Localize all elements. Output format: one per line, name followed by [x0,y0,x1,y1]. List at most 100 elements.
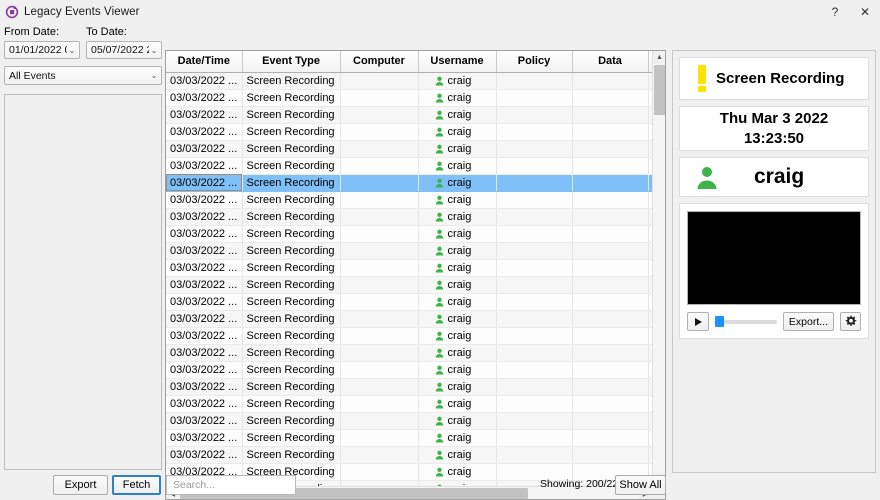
column-header[interactable]: Event Type [242,51,341,73]
event-type-select[interactable]: All Events ⌄ [4,66,162,85]
table-row[interactable]: 03/03/2022 ...Screen Recording craig [166,446,652,464]
cell-data [572,157,649,175]
cell-computer [340,412,419,430]
fetch-button[interactable]: Fetch [112,475,161,495]
gear-icon[interactable] [840,312,861,331]
column-header[interactable]: Username [418,51,497,73]
table-row[interactable]: 03/03/2022 ...Screen Recording craig [166,157,652,175]
cell-datetime: 03/03/2022 ... [166,276,243,294]
cell-policy [496,123,573,141]
username-text: craig [447,261,472,274]
table-row[interactable]: 03/03/2022 ...Screen Recording craig [166,412,652,430]
cell-event-type: Screen Recording [242,276,341,294]
table-row[interactable]: 03/03/2022 ...Screen Recording craig [166,276,652,294]
table-row[interactable]: 03/03/2022 ...Screen Recording craig [166,361,652,379]
media-export-button[interactable]: Export... [782,312,834,331]
user-person-icon [435,331,443,340]
cell-username: craig [418,429,497,447]
cell-username: craig [418,412,497,430]
table-row[interactable]: 03/03/2022 ...Screen Recording craig [166,259,652,277]
event-type-value: All Events [9,69,56,82]
scroll-up-icon[interactable]: ▲ [653,51,665,64]
cell-policy [496,140,573,158]
column-header[interactable]: Data [572,51,649,73]
window-title: Legacy Events Viewer [24,5,140,18]
user-person-icon [435,433,443,442]
cell-computer [340,123,419,141]
cell-datetime: 03/03/2022 ... [166,310,243,328]
from-date-input[interactable]: 01/01/2022 00:00 ⌄ [4,41,80,59]
table-header-row: Date/Time Event Type Computer Username Polic… [166,51,652,73]
cell-policy [496,429,573,447]
media-controls: Export... [687,312,861,331]
table-row[interactable]: 03/03/2022 ...Screen Recording craig [166,72,652,90]
user-person-icon [435,314,443,323]
cell-datetime: 03/03/2022 ... [166,208,243,226]
show-all-button[interactable]: Show All [615,475,666,495]
table-row[interactable]: 03/03/2022 ...Screen Recording craig [166,327,652,345]
cell-data [572,412,649,430]
cell-computer [340,242,419,260]
play-icon[interactable] [687,312,709,331]
username-text: craig [447,448,472,461]
cell-username: craig [418,344,497,362]
cell-policy [496,361,573,379]
table-row[interactable]: 03/03/2022 ...Screen Recording craig [166,174,652,192]
detail-user-card: craig [679,157,869,197]
column-header[interactable]: Date/Time [166,51,243,73]
cell-policy [496,225,573,243]
username-text: craig [447,227,472,240]
search-field[interactable] [171,478,291,492]
username-text: craig [447,397,472,410]
cell-data [572,395,649,413]
cell-datetime: 03/03/2022 ... [166,412,243,430]
from-date-group: From Date: 01/01/2022 00:00 ⌄ [4,26,80,59]
user-person-icon [435,76,443,85]
to-date-input[interactable]: 05/07/2022 23:59 ⌄ [86,41,162,59]
user-person-icon [435,263,443,272]
cell-event-type: Screen Recording [242,344,341,362]
close-icon[interactable]: ✕ [850,0,880,23]
table-row[interactable]: 03/03/2022 ...Screen Recording craig [166,106,652,124]
vertical-scroll-thumb[interactable] [654,65,665,115]
help-button[interactable]: ? [820,0,850,23]
cell-datetime: 03/03/2022 ... [166,446,243,464]
username-text: craig [447,176,472,189]
search-input[interactable] [166,475,296,495]
cell-datetime: 03/03/2022 ... [166,293,243,311]
cell-data [572,276,649,294]
table-row[interactable]: 03/03/2022 ...Screen Recording craig [166,242,652,260]
seek-slider[interactable] [715,312,777,331]
from-date-label: From Date: [4,26,60,38]
vertical-scrollbar[interactable]: ▲ ▼ [652,51,665,486]
table-row[interactable]: 03/03/2022 ...Screen Recording craig [166,344,652,362]
cell-username: craig [418,191,497,209]
cell-data [572,259,649,277]
cell-data [572,106,649,124]
video-preview[interactable] [687,211,861,305]
table-row[interactable]: 03/03/2022 ...Screen Recording craig [166,293,652,311]
username-text: craig [447,108,472,121]
table-row[interactable]: 03/03/2022 ...Screen Recording craig [166,225,652,243]
cell-datetime: 03/03/2022 ... [166,174,243,192]
column-header[interactable]: Policy [496,51,573,73]
table-row[interactable]: 03/03/2022 ...Screen Recording craig [166,395,652,413]
cell-datetime: 03/03/2022 ... [166,72,243,90]
table-row[interactable]: 03/03/2022 ...Screen Recording craig [166,191,652,209]
cell-datetime: 03/03/2022 ... [166,123,243,141]
cell-policy [496,242,573,260]
table-row[interactable]: 03/03/2022 ...Screen Recording craig [166,123,652,141]
table-row[interactable]: 03/03/2022 ...Screen Recording craig [166,89,652,107]
table-row[interactable]: 03/03/2022 ...Screen Recording craig [166,310,652,328]
export-button[interactable]: Export [53,475,108,495]
table-row[interactable]: 03/03/2022 ...Screen Recording craig [166,208,652,226]
table-row[interactable]: 03/03/2022 ...Screen Recording craig [166,378,652,396]
cell-computer [340,208,419,226]
column-header[interactable]: Computer [340,51,419,73]
table-row[interactable]: 03/03/2022 ...Screen Recording craig [166,429,652,447]
event-filter-list[interactable] [4,94,162,470]
cell-computer [340,72,419,90]
table-row[interactable]: 03/03/2022 ...Screen Recording craig [166,140,652,158]
cell-username: craig [418,208,497,226]
cell-data [572,89,649,107]
